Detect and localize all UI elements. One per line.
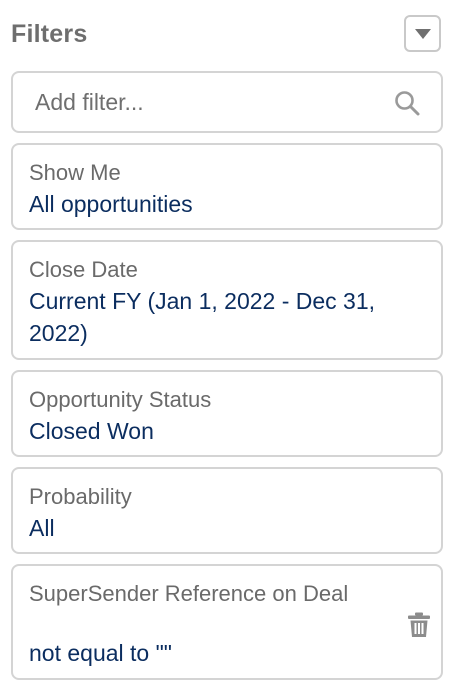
filter-value: All — [29, 515, 55, 541]
filters-panel: Filters Show Me All opportunities Close … — [0, 0, 462, 694]
filter-card-opportunity-status[interactable]: Opportunity Status Closed Won — [11, 370, 443, 457]
filters-menu-button[interactable] — [404, 15, 441, 52]
search-icon — [395, 91, 420, 116]
filter-label: Opportunity Status — [29, 387, 212, 412]
filter-card-show-me[interactable]: Show Me All opportunities — [11, 143, 443, 230]
filter-card-probability[interactable]: Probability All — [11, 467, 443, 554]
filter-value: All opportunities — [29, 191, 193, 217]
chevron-down-icon — [414, 28, 431, 39]
filter-card-supersender-reference[interactable]: SuperSender Reference on Deal not equal … — [11, 564, 443, 680]
filter-card-close-date[interactable]: Close Date Current FY (Jan 1, 2022 - Dec… — [11, 240, 443, 360]
add-filter-search — [11, 71, 443, 133]
remove-filter-button[interactable] — [405, 610, 433, 640]
filter-value: Current FY (Jan 1, 2022 - Dec 31, 2022) — [29, 288, 376, 346]
filter-value: not equal to "" — [29, 640, 172, 666]
panel-title: Filters — [11, 20, 88, 48]
filter-value: Closed Won — [29, 418, 154, 444]
filter-label: Probability — [29, 484, 132, 509]
filter-label: Show Me — [29, 160, 121, 185]
filter-label: Close Date — [29, 257, 138, 282]
trash-icon — [408, 612, 430, 637]
add-filter-input[interactable] — [35, 85, 375, 119]
filter-label: SuperSender Reference on Deal — [29, 581, 349, 606]
